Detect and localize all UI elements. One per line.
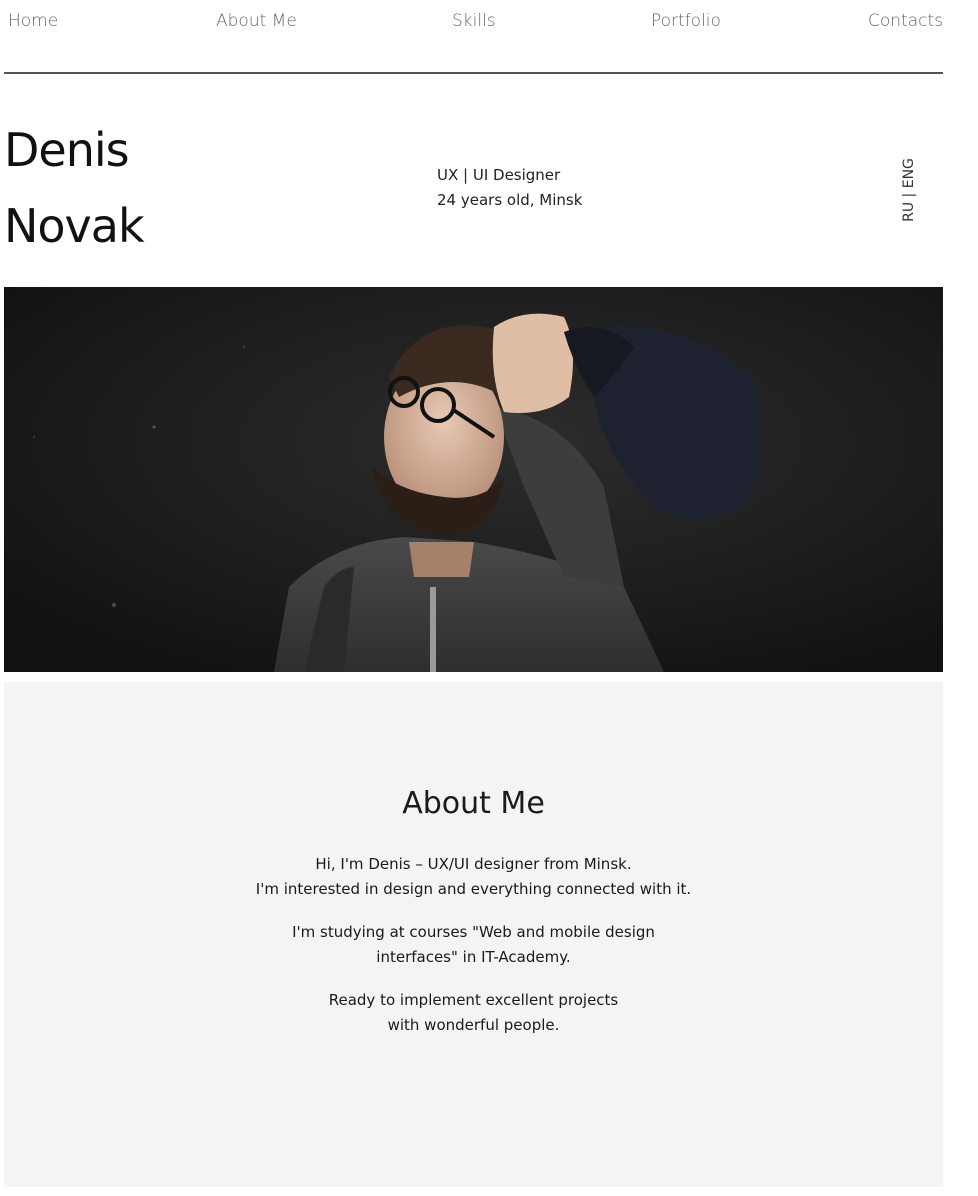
nav-contacts-link[interactable]: Contacts xyxy=(868,11,943,31)
hero-photo xyxy=(4,287,943,672)
nav-skills-link[interactable]: Skills xyxy=(452,11,496,31)
about-paragraph-2-line-2: interfaces" in IT-Academy. xyxy=(376,948,571,966)
nav-portfolio-link[interactable]: Portfolio xyxy=(651,11,721,31)
person-name: Denis Novak xyxy=(4,112,145,264)
about-paragraph-1-line-2: I'm interested in design and everything … xyxy=(255,880,692,898)
nav-home-link[interactable]: Home xyxy=(8,11,58,31)
lang-separator: | xyxy=(901,192,917,198)
about-paragraph-2-line-1: I'm studying at courses "Web and mobile … xyxy=(292,923,655,941)
language-switcher: RU | ENG xyxy=(898,155,920,225)
language-switcher-inner: RU | ENG xyxy=(901,158,917,222)
age-location-text: 24 years old, Minsk xyxy=(437,191,583,209)
last-name: Novak xyxy=(4,199,145,253)
lang-ru-link[interactable]: RU xyxy=(901,202,917,222)
role-text: UX | UI Designer xyxy=(437,166,561,184)
about-paragraph-1: Hi, I'm Denis – UX/UI designer from Mins… xyxy=(4,852,943,902)
person-info: UX | UI Designer 24 years old, Minsk xyxy=(437,163,582,213)
about-paragraph-2: I'm studying at courses "Web and mobile … xyxy=(4,920,943,970)
about-paragraph-3-line-1: Ready to implement excellent projects xyxy=(328,991,619,1009)
top-nav: Home About Me Skills Portfolio Contacts xyxy=(4,0,943,74)
first-name: Denis xyxy=(4,123,130,177)
nav-about-link[interactable]: About Me xyxy=(216,11,297,31)
photo-icon xyxy=(4,287,943,672)
about-title: About Me xyxy=(402,786,545,821)
lang-eng-link[interactable]: ENG xyxy=(901,158,917,188)
about-paragraph-3: Ready to implement excellent projects wi… xyxy=(4,988,943,1038)
about-paragraph-1-line-1: Hi, I'm Denis – UX/UI designer from Mins… xyxy=(315,855,632,873)
about-section: About Me Hi, I'm Denis – UX/UI designer … xyxy=(4,682,943,1187)
about-paragraph-3-line-2: with wonderful people. xyxy=(387,1016,560,1034)
